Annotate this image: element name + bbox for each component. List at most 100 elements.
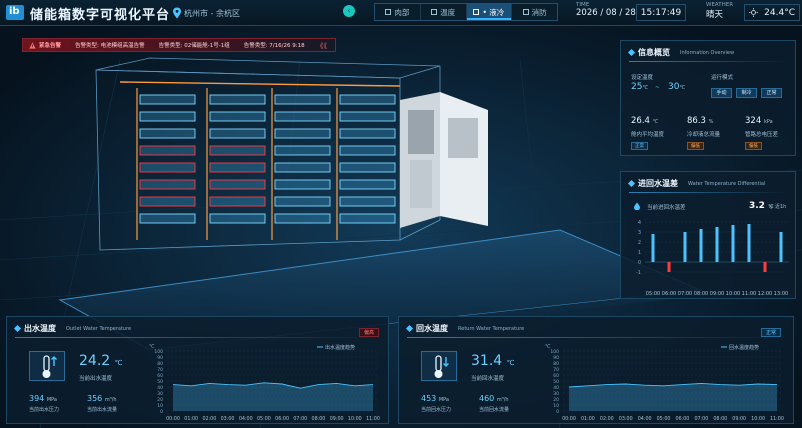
outlet-water-temp-panel: 出水温度 Outlet Water Temperature 偏高 24.2 ℃ … xyxy=(6,316,389,424)
y-tick-label: 60 xyxy=(553,373,559,379)
x-tick-label: 09:00 xyxy=(710,291,724,297)
x-tick-label: 08:00 xyxy=(312,416,326,422)
y-tick-label: 0 xyxy=(160,409,163,415)
diff-bar xyxy=(667,262,671,272)
tab-temperature[interactable]: 温度 xyxy=(421,4,467,20)
diff-bar xyxy=(699,229,703,262)
battery-module xyxy=(139,111,196,122)
tab-battery[interactable]: 肉部 xyxy=(375,4,421,20)
battery-module xyxy=(209,128,266,139)
diff-bar xyxy=(747,224,751,262)
x-tick-label: 01:00 xyxy=(184,416,198,422)
diamond-icon xyxy=(13,324,22,333)
diff-bar xyxy=(731,225,735,262)
x-tick-label: 06:00 xyxy=(676,416,690,422)
outlet-pressure-label: 当前出水压力 xyxy=(29,407,60,413)
y-tick-label: 4 xyxy=(638,220,641,226)
tab-liquid-cooling[interactable]: • 液冷 xyxy=(466,4,513,20)
return-water-temp-panel: 回水温度 Return Water Temperature 正常 31.4 ℃ … xyxy=(398,316,794,424)
x-tick-label: 12:00 xyxy=(758,291,772,297)
status-badge: 正常 xyxy=(761,328,782,337)
outlet-temp-trend-chart: ℃ 出水温度趋势010203040506070809010000:00 01:00 0… xyxy=(149,344,380,422)
collapse-button[interactable]: ‹ xyxy=(343,5,355,17)
x-tick-label: 00:00 xyxy=(562,416,576,422)
y-tick-label: 40 xyxy=(553,385,559,391)
battery-module xyxy=(209,213,266,224)
avg-temp-value: 26.4 ℃ xyxy=(631,116,659,126)
y-tick-label: 1 xyxy=(638,250,641,256)
battery-module xyxy=(139,94,196,105)
chevron-left-icon: ‹ xyxy=(347,6,351,15)
divider xyxy=(629,192,787,193)
info-overview-panel: 信息概览 Information Overview 设定温度 25℃ ~ 30℃… xyxy=(620,40,796,156)
battery-module xyxy=(274,196,331,207)
x-tick-label: 00:00 xyxy=(166,416,180,422)
status-badge: 偏高 xyxy=(359,328,380,337)
y-tick-label: 80 xyxy=(157,361,163,367)
battery-module xyxy=(139,145,196,156)
y-tick-label: 3 xyxy=(638,230,641,236)
return-pressure-value: 453 MPa xyxy=(421,394,449,403)
divider xyxy=(629,61,787,62)
app-title: 储能箱数字可视化平台 xyxy=(30,8,171,23)
legend-label: 回水温度趋势 xyxy=(729,344,759,351)
weather-value: 晴天 xyxy=(706,10,724,20)
coolant-flow-label: 冷却液总流量 xyxy=(687,132,721,138)
x-tick-label: 08:00 xyxy=(713,416,727,422)
status-badge: 偏低 xyxy=(745,142,762,150)
diff-bar xyxy=(763,262,767,272)
water-temp-diff-panel: 进回水温差 Water Temperature Differential 当前进… xyxy=(620,171,796,299)
battery-module xyxy=(274,213,331,224)
tab-label: 温度 xyxy=(440,7,456,17)
y-tick-label: 100 xyxy=(154,349,163,355)
mode-normal-button[interactable]: 正常 xyxy=(761,88,782,98)
battery-module xyxy=(274,94,331,105)
alert-item: 告警类型: 电池模组高温告警 xyxy=(75,43,145,49)
thermometer-icon xyxy=(431,9,438,15)
outlet-temp-label: 当前出水温度 xyxy=(79,376,113,382)
battery-module xyxy=(274,128,331,139)
avg-temp-label: 舱内平均温度 xyxy=(631,132,665,138)
time-range-selector[interactable]: ◎ 近1h xyxy=(769,203,786,210)
x-tick-label: 09:00 xyxy=(330,416,344,422)
x-tick-label: 07:00 xyxy=(678,291,692,297)
diff-bar xyxy=(779,232,783,262)
x-tick-label: 02:00 xyxy=(202,416,216,422)
panel-subtitle: Information Overview xyxy=(680,49,735,56)
y-tick-label: 30 xyxy=(157,391,163,397)
return-flow-label: 当前回水流量 xyxy=(479,407,510,413)
battery-module xyxy=(274,145,331,156)
snowflake-icon xyxy=(473,9,480,15)
x-tick-label: 11:00 xyxy=(770,416,784,422)
y-tick-label: 100 xyxy=(550,349,559,355)
tab-label: 消防 xyxy=(531,7,547,17)
location-pin-icon xyxy=(173,7,181,19)
x-tick-label: 08:00 xyxy=(694,291,708,297)
double-chevron-left-icon[interactable]: 《《 xyxy=(317,41,328,51)
pipe-voltage-label: 管路总电压差 xyxy=(745,132,779,138)
battery-module xyxy=(339,128,396,139)
trend-area xyxy=(173,382,373,411)
thermometer-icon xyxy=(421,351,457,381)
x-tick-label: 03:00 xyxy=(619,416,633,422)
current-diff-label: 当前进回水温差 xyxy=(647,205,686,211)
diamond-icon xyxy=(627,179,636,188)
y-tick-label: 10 xyxy=(157,403,163,409)
x-tick-label: 05:00 xyxy=(257,416,271,422)
tab-fire[interactable]: 消防 xyxy=(512,4,557,20)
diff-bar xyxy=(683,232,687,262)
mode-cooling-button[interactable]: 制冷 xyxy=(736,88,757,98)
module-tabs: 肉部 温度 • 液冷 消防 xyxy=(374,3,558,21)
emergency-alert-bar[interactable]: 紧急告警 告警类型: 电池模组高温告警 告警类型: 02储能舱-1号-1组 告警… xyxy=(22,38,336,52)
battery-module xyxy=(274,111,331,122)
alert-label: 紧急告警 xyxy=(39,43,62,49)
coolant-flow-value: 86.3 % xyxy=(687,116,714,126)
set-temp-label: 设定温度 xyxy=(631,75,654,81)
return-temp-label: 当前回水温度 xyxy=(471,376,505,382)
pipe-voltage-value: 324 kPa xyxy=(745,116,773,126)
battery-module xyxy=(339,145,396,156)
battery-module xyxy=(339,179,396,190)
x-tick-label: 01:00 xyxy=(581,416,595,422)
mode-manual-button[interactable]: 手动 xyxy=(711,88,732,98)
return-temp-trend-chart: ℃ 回水温度趋势010203040506070809010000:00 01:00 0… xyxy=(545,344,784,422)
